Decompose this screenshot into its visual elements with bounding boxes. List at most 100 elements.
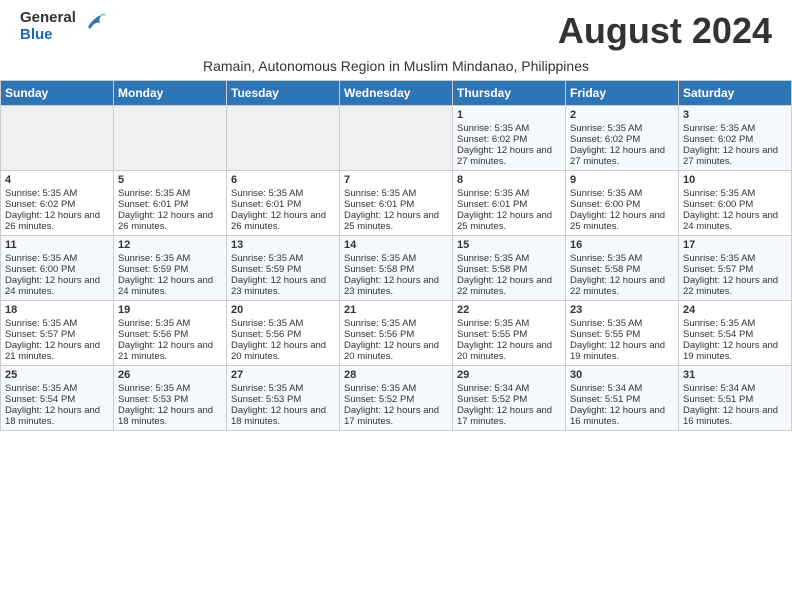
sunset-text: Sunset: 5:54 PM [5, 394, 75, 405]
sunset-text: Sunset: 5:56 PM [118, 329, 188, 340]
calendar-week-4: 18Sunrise: 5:35 AMSunset: 5:57 PMDayligh… [1, 301, 792, 366]
daylight-text: Daylight: 12 hours and 26 minutes. [5, 210, 100, 232]
day-number: 24 [683, 304, 787, 316]
calendar-week-3: 11Sunrise: 5:35 AMSunset: 6:00 PMDayligh… [1, 236, 792, 301]
day-number: 3 [683, 109, 787, 121]
logo-blue: Blue [20, 27, 76, 44]
sunrise-text: Sunrise: 5:35 AM [231, 253, 303, 264]
daylight-text: Daylight: 12 hours and 27 minutes. [683, 145, 778, 167]
daylight-text: Daylight: 12 hours and 21 minutes. [118, 340, 213, 362]
sunrise-text: Sunrise: 5:35 AM [683, 188, 755, 199]
sunrise-text: Sunrise: 5:34 AM [683, 383, 755, 394]
daylight-text: Daylight: 12 hours and 18 minutes. [5, 405, 100, 427]
day-number: 11 [5, 239, 109, 251]
daylight-text: Daylight: 12 hours and 25 minutes. [344, 210, 439, 232]
calendar-cell: 22Sunrise: 5:35 AMSunset: 5:55 PMDayligh… [453, 301, 566, 366]
day-number: 1 [457, 109, 561, 121]
sunrise-text: Sunrise: 5:35 AM [683, 253, 755, 264]
sunrise-text: Sunrise: 5:34 AM [457, 383, 529, 394]
sunrise-text: Sunrise: 5:35 AM [457, 318, 529, 329]
sunset-text: Sunset: 5:57 PM [683, 264, 753, 275]
daylight-text: Daylight: 12 hours and 18 minutes. [118, 405, 213, 427]
sunset-text: Sunset: 5:53 PM [118, 394, 188, 405]
day-number: 4 [5, 174, 109, 186]
header-sunday: Sunday [1, 81, 114, 106]
calendar-cell: 30Sunrise: 5:34 AMSunset: 5:51 PMDayligh… [566, 366, 679, 431]
day-number: 31 [683, 369, 787, 381]
calendar-cell: 29Sunrise: 5:34 AMSunset: 5:52 PMDayligh… [453, 366, 566, 431]
sunrise-text: Sunrise: 5:35 AM [457, 253, 529, 264]
sunrise-text: Sunrise: 5:35 AM [570, 188, 642, 199]
day-number: 19 [118, 304, 222, 316]
calendar-cell [340, 106, 453, 171]
day-number: 30 [570, 369, 674, 381]
logo: General Blue [20, 10, 106, 43]
calendar-cell: 13Sunrise: 5:35 AMSunset: 5:59 PMDayligh… [227, 236, 340, 301]
day-number: 18 [5, 304, 109, 316]
sunset-text: Sunset: 5:59 PM [118, 264, 188, 275]
calendar-cell: 1Sunrise: 5:35 AMSunset: 6:02 PMDaylight… [453, 106, 566, 171]
sunset-text: Sunset: 5:53 PM [231, 394, 301, 405]
day-number: 6 [231, 174, 335, 186]
sunrise-text: Sunrise: 5:35 AM [683, 318, 755, 329]
sunset-text: Sunset: 5:56 PM [231, 329, 301, 340]
calendar-cell: 6Sunrise: 5:35 AMSunset: 6:01 PMDaylight… [227, 171, 340, 236]
sunrise-text: Sunrise: 5:35 AM [5, 253, 77, 264]
daylight-text: Daylight: 12 hours and 27 minutes. [570, 145, 665, 167]
sunrise-text: Sunrise: 5:35 AM [457, 123, 529, 134]
calendar-cell: 25Sunrise: 5:35 AMSunset: 5:54 PMDayligh… [1, 366, 114, 431]
daylight-text: Daylight: 12 hours and 19 minutes. [683, 340, 778, 362]
calendar-week-5: 25Sunrise: 5:35 AMSunset: 5:54 PMDayligh… [1, 366, 792, 431]
daylight-text: Daylight: 12 hours and 24 minutes. [5, 275, 100, 297]
daylight-text: Daylight: 12 hours and 20 minutes. [231, 340, 326, 362]
calendar-cell: 23Sunrise: 5:35 AMSunset: 5:55 PMDayligh… [566, 301, 679, 366]
header-friday: Friday [566, 81, 679, 106]
calendar-cell: 26 Sunrise: 5:35 AMSunset: 5:53 PMDayligh… [114, 366, 227, 431]
calendar-cell [1, 106, 114, 171]
day-number: 12 [118, 239, 222, 251]
calendar-cell: 20Sunrise: 5:35 AMSunset: 5:56 PMDayligh… [227, 301, 340, 366]
sunrise-text: Sunrise: 5:34 AM [570, 383, 642, 394]
daylight-text: Daylight: 12 hours and 23 minutes. [231, 275, 326, 297]
calendar-cell: 21Sunrise: 5:35 AMSunset: 5:56 PMDayligh… [340, 301, 453, 366]
sunset-text: Sunset: 6:01 PM [231, 199, 301, 210]
sunrise-text: Sunrise: 5:35 AM [570, 318, 642, 329]
day-number: 20 [231, 304, 335, 316]
sunrise-text: Sunrise: 5:35 AM [118, 383, 190, 394]
logo-text: General Blue [20, 10, 76, 43]
sunset-text: Sunset: 6:00 PM [5, 264, 75, 275]
day-number: 8 [457, 174, 561, 186]
calendar-cell: 7Sunrise: 5:35 AMSunset: 6:01 PMDaylight… [340, 171, 453, 236]
month-title: August 2024 [558, 10, 772, 52]
page-container: General Blue August 2024 Ramain, Autonom… [0, 0, 792, 431]
day-number: 16 [570, 239, 674, 251]
sunset-text: Sunset: 6:00 PM [570, 199, 640, 210]
sunrise-text: Sunrise: 5:35 AM [683, 123, 755, 134]
daylight-text: Daylight: 12 hours and 17 minutes. [344, 405, 439, 427]
sunrise-text: Sunrise: 5:35 AM [344, 383, 416, 394]
sunset-text: Sunset: 6:00 PM [683, 199, 753, 210]
daylight-text: Daylight: 12 hours and 25 minutes. [570, 210, 665, 232]
day-number: 15 [457, 239, 561, 251]
daylight-text: Daylight: 12 hours and 22 minutes. [570, 275, 665, 297]
calendar-cell: 19Sunrise: 5:35 AMSunset: 5:56 PMDayligh… [114, 301, 227, 366]
sunrise-text: Sunrise: 5:35 AM [118, 253, 190, 264]
header-saturday: Saturday [679, 81, 792, 106]
logo-general: General [20, 10, 76, 27]
daylight-text: Daylight: 12 hours and 21 minutes. [5, 340, 100, 362]
sunrise-text: Sunrise: 5:35 AM [5, 318, 77, 329]
sunset-text: Sunset: 5:58 PM [570, 264, 640, 275]
calendar-cell: 24Sunrise: 5:35 AMSunset: 5:54 PMDayligh… [679, 301, 792, 366]
sunrise-text: Sunrise: 5:35 AM [231, 188, 303, 199]
calendar-cell: 14Sunrise: 5:35 AMSunset: 5:58 PMDayligh… [340, 236, 453, 301]
calendar: Sunday Monday Tuesday Wednesday Thursday… [0, 80, 792, 431]
calendar-cell: 18Sunrise: 5:35 AMSunset: 5:57 PMDayligh… [1, 301, 114, 366]
sunset-text: Sunset: 5:51 PM [683, 394, 753, 405]
day-number: 2 [570, 109, 674, 121]
day-number: 25 [5, 369, 109, 381]
day-number: 10 [683, 174, 787, 186]
day-number: 14 [344, 239, 448, 251]
header-wednesday: Wednesday [340, 81, 453, 106]
header-thursday: Thursday [453, 81, 566, 106]
day-number: 26 [118, 369, 222, 381]
